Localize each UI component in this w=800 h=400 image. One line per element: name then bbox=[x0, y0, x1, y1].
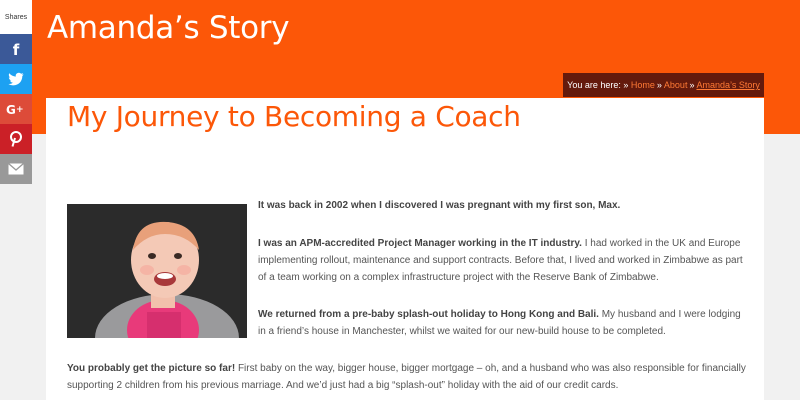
facebook-share-button[interactable]: f bbox=[0, 34, 32, 64]
facebook-icon: f bbox=[8, 41, 24, 57]
breadcrumb-current-link[interactable]: Amanda’s Story bbox=[696, 80, 759, 90]
mail-icon bbox=[8, 163, 24, 175]
twitter-share-button[interactable] bbox=[0, 64, 32, 94]
paragraph-1-bold: It was back in 2002 when I discovered I … bbox=[258, 200, 621, 211]
paragraph-4: You probably get the picture so far! Fir… bbox=[67, 360, 757, 394]
google-plus-icon: G + bbox=[6, 102, 26, 116]
paragraph-3-bold: We returned from a pre-baby splash-out h… bbox=[258, 309, 599, 320]
pinterest-icon bbox=[9, 131, 23, 147]
baby-photo bbox=[67, 204, 247, 338]
svg-text:f: f bbox=[13, 41, 20, 57]
breadcrumb-about-link[interactable]: About bbox=[664, 80, 688, 90]
svg-text:G: G bbox=[6, 103, 16, 116]
paragraph-4-bold: You probably get the picture so far! bbox=[67, 363, 236, 374]
baby-photo-illustration bbox=[67, 204, 247, 338]
breadcrumb-home-link[interactable]: Home bbox=[631, 80, 655, 90]
site-title[interactable]: Amanda’s Story bbox=[47, 10, 290, 46]
pinterest-share-button[interactable] bbox=[0, 124, 32, 154]
twitter-icon bbox=[8, 72, 24, 86]
paragraph-3: We returned from a pre-baby splash-out h… bbox=[258, 306, 748, 340]
paragraph-2: I was an APM-accredited Project Manager … bbox=[258, 235, 748, 286]
google-plus-share-button[interactable]: G + bbox=[0, 94, 32, 124]
page-title: My Journey to Becoming a Coach bbox=[67, 100, 521, 133]
paragraph-1: It was back in 2002 when I discovered I … bbox=[258, 197, 748, 214]
social-share-bar: Shares f G + bbox=[0, 0, 32, 184]
share-count-label: Shares bbox=[0, 0, 32, 34]
breadcrumb: You are here: » Home » About » Amanda’s … bbox=[563, 73, 764, 97]
breadcrumb-separator: » bbox=[689, 80, 695, 90]
paragraph-2-bold: I was an APM-accredited Project Manager … bbox=[258, 238, 582, 249]
email-share-button[interactable] bbox=[0, 154, 32, 184]
main-content: My Journey to Becoming a Coach It was ba… bbox=[46, 98, 764, 400]
breadcrumb-separator: » bbox=[656, 80, 662, 90]
breadcrumb-prefix: You are here: » bbox=[567, 80, 629, 90]
svg-text:+: + bbox=[16, 105, 24, 115]
